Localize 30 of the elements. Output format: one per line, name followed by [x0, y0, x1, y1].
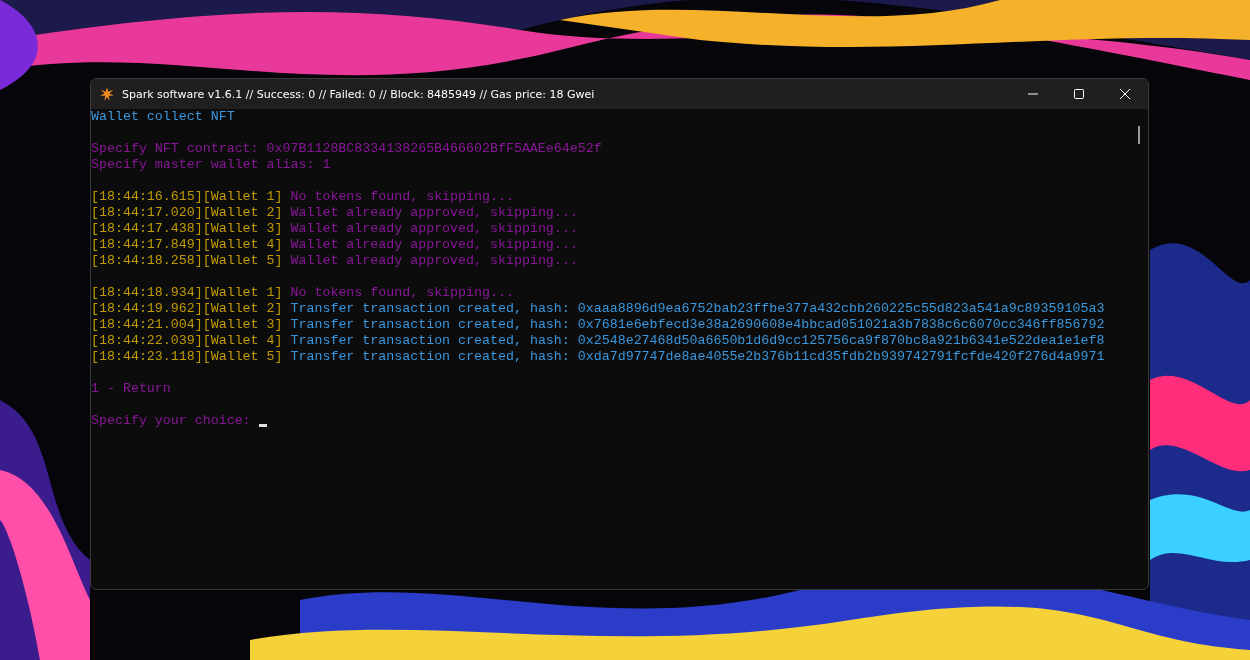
maximize-icon — [1073, 88, 1085, 100]
console-text: Wallet already approved, skipping... — [290, 221, 578, 237]
console-text: [18:44:23.118][Wallet 5] — [91, 349, 283, 365]
console-text: No tokens found, skipping... — [290, 189, 514, 205]
console-text: Wallet already approved, skipping... — [290, 237, 578, 253]
console-text: [18:44:17.438][Wallet 3] — [91, 221, 283, 237]
console-text: Transfer transaction created, hash: 0xaaa8896d9ea6752bab23ffbe377a432cbb260225c55d823a541a9c89359105a3 — [290, 301, 1105, 317]
spark-icon — [100, 87, 114, 101]
console-text: 1 - Return — [91, 381, 171, 397]
console-text: [18:44:22.039][Wallet 4] — [91, 333, 283, 349]
console-text: Transfer transaction created, hash: 0xda7d97747de8ae4055e2b376b11cd35fdb2b939742791fcfde420f276d4a9971 — [290, 349, 1105, 365]
console-text: [18:44:19.962][Wallet 2] — [91, 301, 283, 317]
prompt-text: Specify your choice: — [91, 413, 251, 429]
window-title: Spark software v1.6.1 // Success: 0 // Failed: 0 // Block: 8485949 // Gas price: 18 Gwei — [122, 87, 595, 101]
console-text: Wallet already approved, skipping... — [290, 253, 578, 269]
console-text: Transfer transaction created, hash: 0x7681e6ebfecd3e38a2690608e4bbcad051021a3b7838c6c6070cc346ff856792 — [290, 317, 1105, 333]
console-text: Wallet already approved, skipping... — [290, 205, 578, 221]
console-text: Wallet collect NFT — [91, 109, 235, 125]
close-icon — [1119, 88, 1131, 100]
console-text: [18:44:17.020][Wallet 2] — [91, 205, 283, 221]
console-text: No tokens found, skipping... — [290, 285, 514, 301]
console-text: [18:44:21.004][Wallet 3] — [91, 317, 283, 333]
scrollbar-thumb[interactable] — [1138, 126, 1140, 144]
console-text: Transfer transaction created, hash: 0x2548e27468d50a6650b1d6d9cc125756ca9f870bc8a921b6341e522dea1e1ef8 — [290, 333, 1105, 349]
console-text: [18:44:16.615][Wallet 1] — [91, 189, 283, 205]
console-text: Specify NFT contract: 0x07B1128BC8334138265B466602BfF5AAEe64e52f — [91, 141, 602, 157]
console-text: [18:44:18.934][Wallet 1] — [91, 285, 283, 301]
console-text: [18:44:18.258][Wallet 5] — [91, 253, 283, 269]
console-text: Specify master wallet alias: 1 — [91, 157, 331, 173]
console-text: [18:44:17.849][Wallet 4] — [91, 237, 283, 253]
